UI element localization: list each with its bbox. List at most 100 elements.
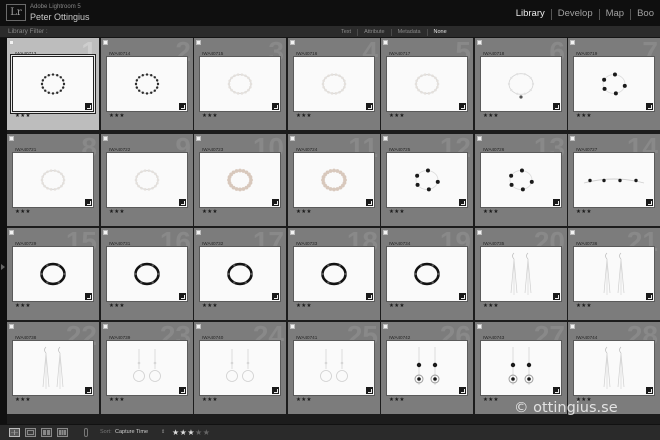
photo-thumbnail[interactable] (481, 341, 561, 395)
develop-settings-badge-icon[interactable] (272, 199, 279, 206)
pick-flag-icon[interactable] (9, 230, 14, 235)
loupe-view-icon[interactable] (25, 428, 36, 437)
photo-thumbnail[interactable] (200, 341, 280, 395)
develop-settings-badge-icon[interactable] (179, 199, 186, 206)
photo-cell[interactable]: 13 IWA40726 ★★★ (475, 134, 567, 226)
develop-settings-badge-icon[interactable] (85, 103, 92, 110)
photo-rating[interactable]: ★★★ (483, 113, 499, 119)
photo-thumbnail[interactable] (387, 57, 467, 111)
photo-cell[interactable]: 10 IWA40723 ★★★ (194, 134, 286, 226)
photo-cell[interactable]: 11 IWA40724 ★★★ (288, 134, 380, 226)
photo-cell[interactable]: 20 IWA40735 ★★★ (475, 228, 567, 320)
photo-rating[interactable]: ★★★ (15, 397, 31, 403)
photo-rating[interactable]: ★★★ (576, 113, 592, 119)
photo-cell[interactable]: 23 IWA40739 ★★★ (101, 322, 193, 414)
photo-thumbnail[interactable] (107, 341, 187, 395)
pick-flag-icon[interactable] (103, 230, 108, 235)
develop-settings-badge-icon[interactable] (366, 293, 373, 300)
photo-cell[interactable]: 2 IWA40714 ★★★ (101, 38, 193, 130)
filter-tab-text[interactable]: Text (335, 26, 357, 38)
photo-cell[interactable]: 14 IWA40727 ★★★ (568, 134, 660, 226)
photo-thumbnail[interactable] (574, 57, 654, 111)
develop-settings-badge-icon[interactable] (553, 293, 560, 300)
photo-rating[interactable]: ★★★ (296, 209, 312, 215)
photo-cell[interactable]: 16 IWA40731 ★★★ (101, 228, 193, 320)
module-develop[interactable]: Develop (552, 8, 599, 20)
develop-settings-badge-icon[interactable] (85, 293, 92, 300)
photo-rating[interactable]: ★★★ (202, 209, 218, 215)
photo-cell[interactable]: 7 IWA40719 ★★★ (568, 38, 660, 130)
develop-settings-badge-icon[interactable] (179, 103, 186, 110)
grid-view-icon[interactable] (9, 428, 20, 437)
photo-rating[interactable]: ★★★ (389, 209, 405, 215)
photo-rating[interactable]: ★★★ (576, 209, 592, 215)
pick-flag-icon[interactable] (9, 136, 14, 141)
survey-view-icon[interactable] (57, 428, 68, 437)
pick-flag-icon[interactable] (570, 136, 575, 141)
pick-flag-icon[interactable] (570, 230, 575, 235)
pick-flag-icon[interactable] (477, 324, 482, 329)
photo-rating[interactable]: ★★★ (483, 303, 499, 309)
filter-tab-attribute[interactable]: Attribute (358, 26, 390, 38)
module-book[interactable]: Boo (631, 8, 660, 20)
pick-flag-icon[interactable] (383, 40, 388, 45)
photo-cell[interactable]: 25 IWA40741 ★★★ (288, 322, 380, 414)
pick-flag-icon[interactable] (290, 230, 295, 235)
photo-thumbnail[interactable] (294, 247, 374, 301)
photo-thumbnail[interactable] (294, 341, 374, 395)
photo-thumbnail[interactable] (481, 247, 561, 301)
photo-thumbnail[interactable] (13, 153, 93, 207)
sort-direction-icon[interactable]: ⇕ (161, 425, 165, 440)
photo-thumbnail[interactable] (107, 247, 187, 301)
painter-icon[interactable] (84, 428, 88, 437)
photo-cell[interactable]: 6 IWA40718 ★★★ (475, 38, 567, 130)
photo-cell[interactable]: 19 IWA40734 ★★★ (381, 228, 473, 320)
photo-rating[interactable]: ★★★ (109, 113, 125, 119)
photo-rating[interactable]: ★★★ (296, 113, 312, 119)
develop-settings-badge-icon[interactable] (459, 387, 466, 394)
pick-flag-icon[interactable] (290, 324, 295, 329)
photo-rating[interactable]: ★★★ (296, 303, 312, 309)
develop-settings-badge-icon[interactable] (366, 103, 373, 110)
develop-settings-badge-icon[interactable] (85, 199, 92, 206)
photo-thumbnail[interactable] (200, 247, 280, 301)
photo-rating[interactable]: ★★★ (15, 113, 31, 119)
photo-cell[interactable]: 18 IWA40733 ★★★ (288, 228, 380, 320)
photo-cell[interactable]: 17 IWA40732 ★★★ (194, 228, 286, 320)
develop-settings-badge-icon[interactable] (646, 199, 653, 206)
develop-settings-badge-icon[interactable] (179, 293, 186, 300)
photo-cell[interactable]: 8 IWA40721 ★★★ (7, 134, 99, 226)
module-map[interactable]: Map (600, 8, 630, 20)
photo-rating[interactable]: ★★★ (109, 397, 125, 403)
photo-thumbnail[interactable] (387, 247, 467, 301)
photo-thumbnail[interactable] (200, 153, 280, 207)
develop-settings-badge-icon[interactable] (179, 387, 186, 394)
left-panel-toggle-icon[interactable] (1, 264, 5, 270)
photo-cell[interactable]: 3 IWA40715 ★★★ (194, 38, 286, 130)
compare-view-icon[interactable] (41, 428, 52, 437)
photo-cell[interactable]: 5 IWA40717 ★★★ (381, 38, 473, 130)
photo-cell[interactable]: 22 IWA40738 ★★★ (7, 322, 99, 414)
pick-flag-icon[interactable] (570, 324, 575, 329)
pick-flag-icon[interactable] (477, 136, 482, 141)
develop-settings-badge-icon[interactable] (85, 387, 92, 394)
photo-rating[interactable]: ★★★ (109, 303, 125, 309)
filter-tab-metadata[interactable]: Metadata (392, 26, 427, 38)
photo-cell[interactable]: 26 IWA40742 ★★★ (381, 322, 473, 414)
develop-settings-badge-icon[interactable] (366, 199, 373, 206)
photo-cell[interactable]: 15 IWA40729 ★★★ (7, 228, 99, 320)
photo-thumbnail[interactable] (107, 153, 187, 207)
photo-thumbnail[interactable] (13, 57, 93, 111)
photo-thumbnail[interactable] (294, 153, 374, 207)
photo-rating[interactable]: ★★★ (296, 397, 312, 403)
sort-dropdown[interactable]: Capture Time (115, 425, 148, 440)
pick-flag-icon[interactable] (383, 230, 388, 235)
rating-filter[interactable]: ★★★★★ (172, 425, 210, 440)
pick-flag-icon[interactable] (477, 40, 482, 45)
filter-tab-none[interactable]: None (428, 26, 453, 38)
pick-flag-icon[interactable] (383, 136, 388, 141)
photo-rating[interactable]: ★★★ (202, 303, 218, 309)
photo-thumbnail[interactable] (481, 153, 561, 207)
develop-settings-badge-icon[interactable] (459, 293, 466, 300)
develop-settings-badge-icon[interactable] (272, 293, 279, 300)
